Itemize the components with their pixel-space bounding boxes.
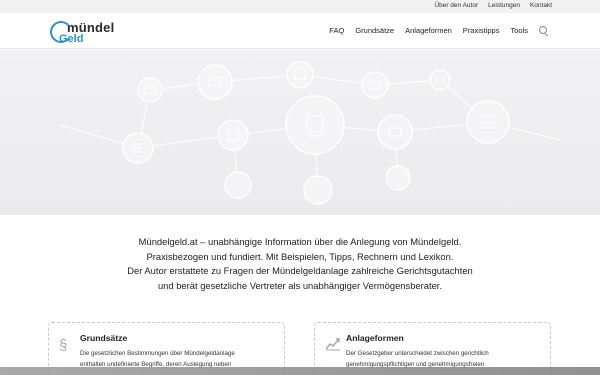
hero-banner	[0, 50, 600, 215]
cookie-banner-strip	[0, 367, 600, 375]
card-title: Grundsätze	[80, 333, 128, 343]
link-leistungen[interactable]: Leistungen	[488, 2, 520, 9]
nav-item-faq[interactable]: FAQ	[329, 26, 344, 35]
paragraph-icon: §	[59, 337, 68, 354]
intro-line-4: und berät gesetzliche Vertreter als unab…	[157, 279, 443, 291]
card-title: Anlageformen	[346, 333, 404, 343]
intro-line-3: Der Autor erstattete zu Fragen der Münde…	[127, 265, 473, 276]
nav-item-grundsaetze[interactable]: Grundsätze	[355, 26, 394, 35]
chart-icon	[325, 337, 341, 355]
intro-line-1: Mündelgeld.at – unabhängige Information …	[138, 236, 462, 247]
top-utility-bar: Über den Autor Leistungen Kontakt	[0, 0, 600, 13]
nav-item-anlageformen[interactable]: Anlageformen	[405, 26, 452, 35]
logo-word-geld: Geld	[59, 33, 84, 45]
intro-line-2: Praxisbezogen und fundiert. Mit Beispiel…	[146, 250, 454, 262]
nav-item-praxistipps[interactable]: Praxistipps	[463, 26, 500, 35]
main-nav: FAQ Grundsätze Anlageformen Praxistipps …	[329, 26, 548, 35]
intro-text: Mündelgeld.at – unabhängige Information …	[0, 235, 600, 293]
utility-links: Über den Autor Leistungen Kontakt	[434, 2, 552, 9]
site-header: mündel Geld FAQ Grundsätze Anlageformen …	[0, 13, 600, 49]
search-icon[interactable]	[539, 26, 548, 35]
site-logo[interactable]: mündel Geld	[50, 18, 122, 46]
link-ueber-den-autor[interactable]: Über den Autor	[434, 2, 478, 9]
nav-item-tools[interactable]: Tools	[510, 26, 528, 35]
link-kontakt[interactable]: Kontakt	[530, 2, 552, 9]
hero-illustration	[59, 61, 561, 205]
card-text-line: Der Gesetzgeber unterscheidet zwischen g…	[346, 350, 489, 357]
page: Über den Autor Leistungen Kontakt mündel…	[0, 0, 600, 375]
card-text-line: Die gesetzlichen Bestimmungen über Münde…	[80, 350, 235, 357]
